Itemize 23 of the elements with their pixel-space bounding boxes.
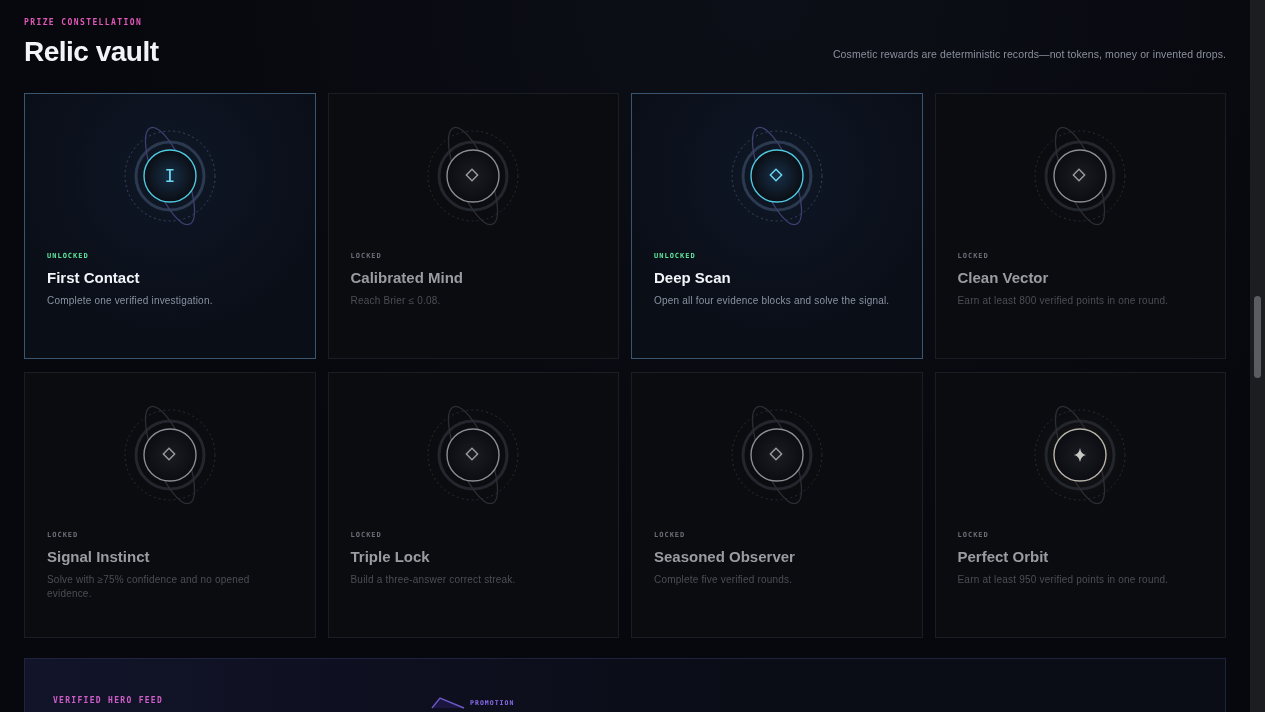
relic-title: Triple Lock [350, 548, 430, 565]
relic-title: Deep Scan [654, 269, 731, 286]
relic-title: First Contact [47, 269, 140, 286]
relic-description: Reach Brier ≤ 0.08. [350, 294, 442, 308]
relic-description: Open all four evidence blocks and solve the signal. [654, 294, 891, 308]
relic-description: Complete one verified investigation. [47, 294, 214, 308]
relic-description: Earn at least 800 verified points in one round. [957, 294, 1170, 308]
scrollbar-thumb[interactable] [1254, 296, 1261, 378]
relic-description: Build a three-answer correct streak. [350, 573, 517, 587]
relic-title: Signal Instinct [47, 548, 150, 565]
scrollbar[interactable] [1250, 0, 1265, 712]
relic-description: Complete five verified rounds. [654, 573, 794, 587]
relic-description: Solve with ≥75% confidence and no opened evidence. [47, 573, 251, 601]
relic-title: Clean Vector [957, 269, 1049, 286]
relic-title: Perfect Orbit [957, 548, 1049, 565]
relic-title: Calibrated Mind [350, 269, 463, 286]
relic-description: Earn at least 950 verified points in one round. [957, 573, 1170, 587]
polygon-icon [431, 697, 466, 709]
disclaimer-text: Cosmetic rewards are deterministic records—not tokens, money or invented drops. [832, 48, 1226, 60]
relic-title: Seasoned Observer [654, 548, 795, 565]
page-title: Relic vault [24, 36, 159, 68]
feed-eyebrow: VERIFIED HERO FEED [53, 696, 164, 705]
section-eyebrow: PRIZE CONSTELLATION [24, 18, 144, 27]
